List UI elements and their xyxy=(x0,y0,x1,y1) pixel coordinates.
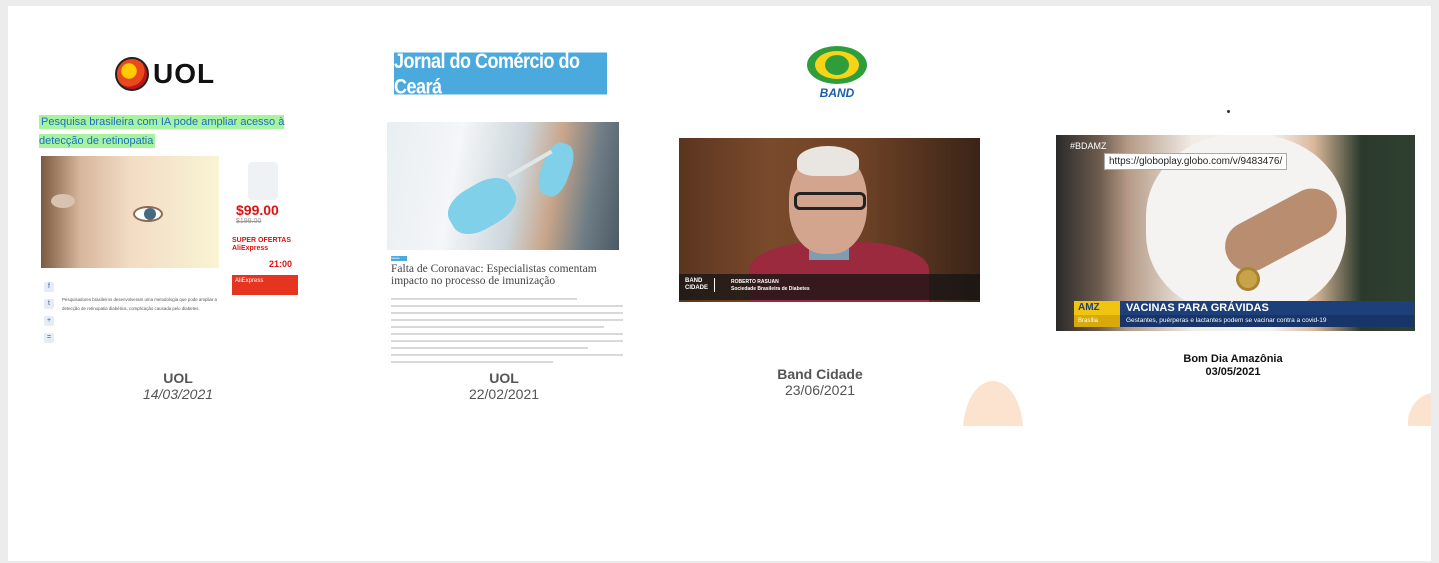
ad-price: $99.00 xyxy=(236,202,279,218)
band-caption: Band Cidade 23/06/2021 xyxy=(754,366,886,398)
glove-shape xyxy=(440,169,524,243)
jornal-tag: Saúde xyxy=(391,256,407,261)
uol-article-body: Pesquisadores brasileiros desenvolveram … xyxy=(62,297,217,311)
ad-button[interactable]: AliExpress xyxy=(232,275,298,295)
band-logo-text: BAND xyxy=(819,86,855,100)
uol-headline: Pesquisa brasileira com IA pode ampliar … xyxy=(39,115,285,148)
caption-source: Band Cidade xyxy=(777,366,863,382)
band-lower-tag: BAND CIDADE xyxy=(685,278,716,292)
ad-old-price: $199.00 xyxy=(236,218,262,225)
uol-article-photo xyxy=(41,156,219,268)
ad-product-image xyxy=(248,162,278,200)
eye-shape xyxy=(51,194,75,208)
glove-shape xyxy=(533,138,579,201)
globo-url[interactable]: https://globoplay.globo.com/v/9483476/ xyxy=(1104,153,1288,170)
band-video-frame: BAND CIDADE ROBERTO RASUAN Sociedade Bra… xyxy=(679,138,980,302)
slide: UOL Pesquisa brasileira com IA pode ampl… xyxy=(8,6,1431,561)
globo-caption: Bom Dia Amazônia 03/05/2021 xyxy=(1155,353,1311,379)
band-lower-third: BAND CIDADE ROBERTO RASUAN Sociedade Bra… xyxy=(679,274,980,300)
globo-lower-subtitle: Gestantes, puérperas e lactantes podem s… xyxy=(1126,317,1327,324)
band-lower-tag-line: BAND xyxy=(685,278,703,284)
guest-role: Sociedade Brasileira de Diabetes xyxy=(731,286,810,292)
guest-name: ROBERTO RASUAN xyxy=(731,279,779,285)
caption-source: UOL xyxy=(163,370,193,386)
jornal-caption: UOL 22/02/2021 xyxy=(444,370,564,402)
globo-video-frame: #BDAMZ https://globoplay.globo.com/v/948… xyxy=(1056,135,1415,331)
more-share-icon[interactable]: = xyxy=(44,333,54,343)
caption-source: UOL xyxy=(489,370,519,386)
decorative-white-cover xyxy=(8,426,1431,561)
person-hair xyxy=(797,146,859,176)
caption-date: 22/02/2021 xyxy=(468,386,540,402)
caption-date: 03/05/2021 xyxy=(1205,366,1261,378)
facebook-icon[interactable]: f xyxy=(44,282,54,292)
twitter-icon[interactable]: t xyxy=(44,299,54,309)
jornal-article-text xyxy=(391,298,623,368)
jornal-article-title: Falta de Coronavac: Especialistas coment… xyxy=(391,263,597,287)
caption-date: 14/03/2021 xyxy=(142,386,214,402)
band-logo-pupil xyxy=(825,55,849,75)
band-logo: BAND xyxy=(805,46,869,101)
caption-date: 23/06/2021 xyxy=(784,382,856,398)
globo-lower-sub-bar: Brasília Gestantes, puérperas e lactante… xyxy=(1074,315,1414,327)
globo-hashtag: #BDAMZ xyxy=(1070,141,1107,151)
watch-shape xyxy=(1236,267,1260,291)
band-lower-name: ROBERTO RASUAN Sociedade Brasileira de D… xyxy=(731,279,810,293)
uol-ad: $99.00 $199.00 SUPER OFERTAS AliExpress … xyxy=(226,154,300,316)
jornal-article-photo xyxy=(387,122,619,250)
globo-lower-third: AMZ VACINAS PARA GRÁVIDAS xyxy=(1074,301,1414,315)
uol-caption: UOL 14/03/2021 xyxy=(108,370,248,402)
caption-source: Bom Dia Amazônia xyxy=(1183,353,1283,365)
band-lower-tag-line: CIDADE xyxy=(685,285,709,291)
uol-share-bar: f t + = xyxy=(44,282,56,343)
glasses-shape xyxy=(794,192,866,210)
globo-lower-place: Brasília xyxy=(1074,315,1120,327)
dot-decoration xyxy=(1227,110,1230,113)
plus-share-icon[interactable]: + xyxy=(44,316,54,326)
globo-lower-title: VACINAS PARA GRÁVIDAS xyxy=(1126,302,1269,314)
uol-logo-text: UOL xyxy=(153,58,216,89)
ad-time: 21:00 xyxy=(268,259,292,269)
iris-shape xyxy=(144,208,156,220)
globo-lower-logo: AMZ xyxy=(1074,301,1120,315)
jornal-logo: Jornal do Comércio do Ceará xyxy=(394,48,607,98)
uol-logo: UOL xyxy=(115,52,235,96)
uol-logo-icon xyxy=(115,57,149,91)
ad-promo: SUPER OFERTAS AliExpress xyxy=(232,237,291,252)
